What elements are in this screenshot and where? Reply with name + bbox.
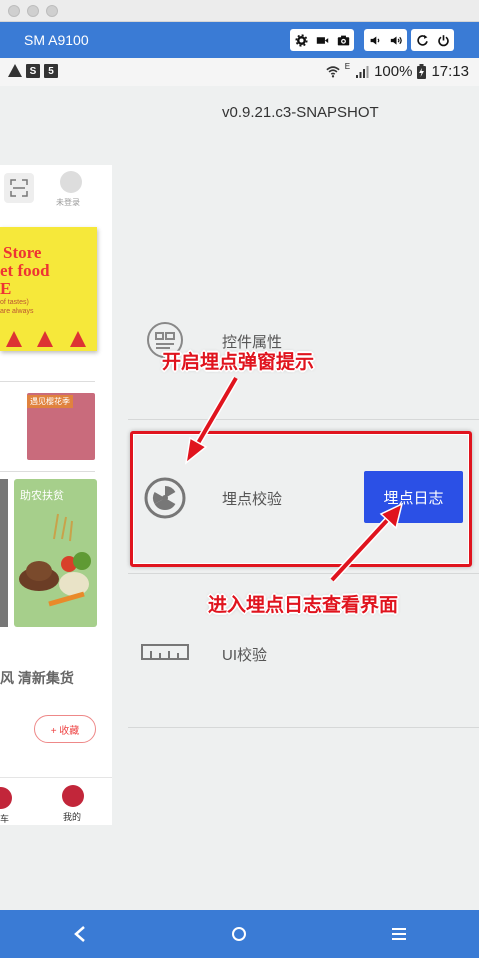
battery-charging-icon xyxy=(417,64,427,79)
toolbar-power-group xyxy=(411,29,454,51)
ruler-icon xyxy=(141,644,189,660)
back-icon xyxy=(74,926,85,942)
annotation-enter-log: 进入埋点日志查看界面 xyxy=(208,595,399,616)
home-icon xyxy=(232,927,246,941)
divider xyxy=(0,381,95,382)
cart-nav-icon[interactable] xyxy=(0,787,12,809)
app-5-icon: 5 xyxy=(44,64,58,78)
minimize-window-button[interactable] xyxy=(27,5,39,17)
scan-icon xyxy=(10,179,28,197)
farm-title: 助农扶贫 xyxy=(20,490,64,502)
menu-icon xyxy=(392,928,406,940)
notification-icons: S 5 xyxy=(8,64,58,78)
volume-down-icon xyxy=(370,35,379,45)
signal-icon xyxy=(356,66,369,78)
divider xyxy=(0,471,95,472)
status-bar: S 5 E 100% 17:13 xyxy=(0,58,479,86)
screenshot-button[interactable] xyxy=(333,30,353,50)
wifi-icon xyxy=(326,66,340,78)
login-status[interactable]: 未登录 xyxy=(56,197,80,208)
promo-banner[interactable]: Store et food E of tastes) are always xyxy=(0,227,97,351)
ui-check-label[interactable]: UI校验 xyxy=(222,644,267,665)
settings-button[interactable] xyxy=(291,30,311,50)
annotation-open-popup: 开启埋点弹窗提示 xyxy=(162,352,315,373)
status-indicators: E 100% 17:13 xyxy=(326,62,469,80)
back-button[interactable] xyxy=(68,922,92,946)
battery-percent: 100% xyxy=(374,63,413,80)
row-divider xyxy=(128,573,479,574)
ui-check-icon-wrapper[interactable] xyxy=(140,640,190,664)
farm-card[interactable]: 助农扶贫 xyxy=(14,479,97,627)
row-divider xyxy=(128,419,479,420)
toolbar-capture-group xyxy=(290,29,354,51)
annotation-highlight-box xyxy=(130,431,472,567)
network-type: E xyxy=(344,62,351,71)
device-name: SM A9100 xyxy=(24,32,89,48)
volume-up-icon xyxy=(390,35,402,45)
avatar[interactable] xyxy=(60,171,82,193)
flower-tag: 遇见樱花季 xyxy=(27,395,73,408)
mine-nav-label[interactable]: 我的 xyxy=(63,810,81,823)
promo-small-1: of tastes) xyxy=(0,299,29,306)
camera-icon xyxy=(337,35,349,45)
volume-up-button[interactable] xyxy=(386,30,406,50)
gear-icon xyxy=(294,33,308,47)
mine-nav-icon[interactable] xyxy=(62,785,84,807)
promo-triangle-icon xyxy=(70,331,86,347)
product-card-edge[interactable] xyxy=(0,479,8,627)
favorite-button[interactable]: + 收藏 xyxy=(34,715,96,743)
record-button[interactable] xyxy=(312,30,332,50)
device-toolbar: SM A9100 xyxy=(0,22,479,58)
app-s-icon: S xyxy=(26,64,40,78)
promo-line-1: Store xyxy=(3,243,42,262)
navigation-bar xyxy=(0,910,479,958)
cart-nav-label[interactable]: 车 xyxy=(0,812,9,825)
close-window-button[interactable] xyxy=(8,5,20,17)
promo-line-2: et food xyxy=(0,261,50,280)
clock: 17:13 xyxy=(431,63,469,80)
rotate-icon xyxy=(416,34,428,46)
category-tabs[interactable]: 风 清新集货 xyxy=(0,668,74,688)
vegetables-image xyxy=(19,513,91,607)
rotate-button[interactable] xyxy=(412,30,432,50)
promo-small-2: are always xyxy=(0,308,34,315)
power-button[interactable] xyxy=(433,30,453,50)
version-label: v0.9.21.c3-SNAPSHOT xyxy=(222,104,379,121)
video-camera-icon xyxy=(316,36,328,44)
zoom-window-button[interactable] xyxy=(46,5,58,17)
power-icon xyxy=(437,34,449,46)
window-titlebar xyxy=(0,0,479,22)
menu-button[interactable] xyxy=(387,922,411,946)
row-divider xyxy=(128,727,479,728)
toolbar-volume-group xyxy=(364,29,407,51)
home-button[interactable] xyxy=(227,922,251,946)
promo-line-3: E xyxy=(0,279,12,298)
scan-button[interactable] xyxy=(4,173,34,203)
volume-down-button[interactable] xyxy=(365,30,385,50)
warning-icon xyxy=(8,64,22,77)
bottom-nav-divider xyxy=(0,777,112,778)
underlying-app-panel: 未登录 Store et food E of tastes) are alway… xyxy=(0,165,112,825)
promo-triangle-icon xyxy=(6,331,22,347)
promo-triangle-icon xyxy=(37,331,53,347)
